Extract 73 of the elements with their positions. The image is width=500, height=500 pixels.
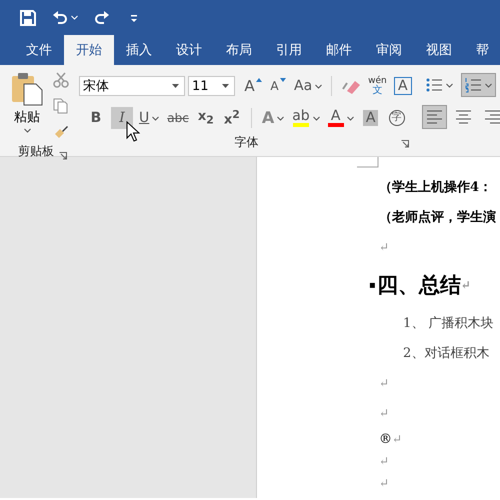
character-border-button[interactable]: A — [392, 75, 414, 97]
down-arrow-icon — [280, 78, 286, 82]
ribbon-tab[interactable]: 审阅 — [364, 35, 414, 65]
caret-icon — [315, 84, 322, 88]
heading-text: 四、总结 — [376, 271, 461, 299]
align-center-icon — [454, 109, 472, 125]
align-right-icon — [484, 109, 500, 125]
dialog-launcher-button[interactable] — [400, 139, 410, 149]
caret-icon — [172, 84, 179, 88]
highlight-button[interactable]: ab — [290, 107, 322, 129]
font-size-dropdown[interactable]: 11 — [188, 76, 235, 96]
undo-icon — [52, 10, 68, 26]
paragraph-mark: ↵ — [379, 454, 390, 468]
copy-icon — [53, 98, 69, 114]
paragraph-text: ® — [379, 432, 392, 446]
save-icon — [20, 10, 36, 26]
ribbon-tab[interactable]: 帮 — [464, 35, 500, 65]
ribbon-tab[interactable]: 文件 — [14, 35, 64, 65]
ribbon-tab[interactable]: 邮件 — [314, 35, 364, 65]
paragraph-text: （老师点评，学生演 — [379, 208, 496, 226]
ribbon-tab[interactable]: 引用 — [264, 35, 314, 65]
ribbon-tab[interactable]: 视图 — [414, 35, 464, 65]
ribbon-tab[interactable]: 插入 — [114, 35, 164, 65]
list-item: 1、 广播积木块 — [403, 315, 494, 332]
grow-font-button[interactable]: A — [242, 75, 264, 97]
cursor-icon — [126, 121, 140, 143]
clipboard-icon — [11, 72, 43, 106]
paragraph-mark: ↵ — [379, 406, 390, 420]
align-left-icon — [426, 109, 443, 125]
paste-button[interactable]: 粘贴 — [8, 69, 46, 143]
group-label: 字体 — [234, 134, 258, 150]
caret-icon — [24, 128, 30, 133]
font-name-dropdown[interactable]: 宋体 — [79, 76, 185, 96]
list-marker: ▪ — [369, 280, 376, 290]
launcher-icon — [59, 152, 67, 160]
left-button[interactable] — [422, 105, 447, 129]
bullet-list-icon — [426, 77, 443, 93]
bold-button[interactable]: B — [85, 107, 107, 129]
underline-button[interactable]: U — [137, 107, 162, 129]
ribbon-tab[interactable]: 开始 — [64, 35, 114, 65]
script-button[interactable]: x$^{2}$ — [220, 107, 243, 129]
phonetic-guide-button[interactable]: wén 文 — [366, 75, 389, 97]
paragraph-text: （学生上机操作4： — [379, 179, 492, 196]
font-color-button[interactable]: A — [326, 107, 356, 129]
paragraph-mark: ↵ — [392, 432, 402, 446]
paragraph-mark: ↵ — [379, 376, 390, 390]
caret-icon — [346, 116, 354, 120]
brush-icon — [53, 124, 69, 140]
shrink-font-button[interactable]: A — [267, 75, 289, 97]
numbering-button[interactable] — [460, 73, 496, 97]
strikethrough-button[interactable]: abc — [165, 107, 191, 129]
caret-icon — [277, 116, 284, 120]
caret-icon — [152, 116, 160, 120]
caret-icon — [222, 84, 229, 88]
caret-icon — [312, 116, 320, 120]
cut-icon — [53, 72, 69, 88]
ribbon-tab[interactable]: 设计 — [164, 35, 214, 65]
caret-icon — [446, 82, 453, 88]
group-label: 剪贴板 — [18, 143, 54, 160]
redo-icon — [94, 10, 110, 26]
paragraph-mark: ↵ — [379, 476, 390, 490]
caret-icon — [484, 82, 492, 88]
ribbon-tab[interactable]: 布局 — [214, 35, 264, 65]
numbered-list-icon — [464, 77, 482, 93]
up-arrow-icon — [256, 78, 262, 82]
change-case-button[interactable]: Aa — [292, 75, 324, 97]
launcher-icon — [400, 140, 409, 148]
list-item: 2、对话框积木 — [403, 345, 490, 362]
crop-mark-icon — [357, 157, 379, 168]
paragraph-mark: ↵ — [460, 278, 471, 292]
dialog-launcher-button[interactable] — [58, 151, 68, 161]
script-button[interactable]: x$_{2}$ — [194, 107, 217, 129]
paragraph-mark: ↵ — [379, 240, 390, 254]
